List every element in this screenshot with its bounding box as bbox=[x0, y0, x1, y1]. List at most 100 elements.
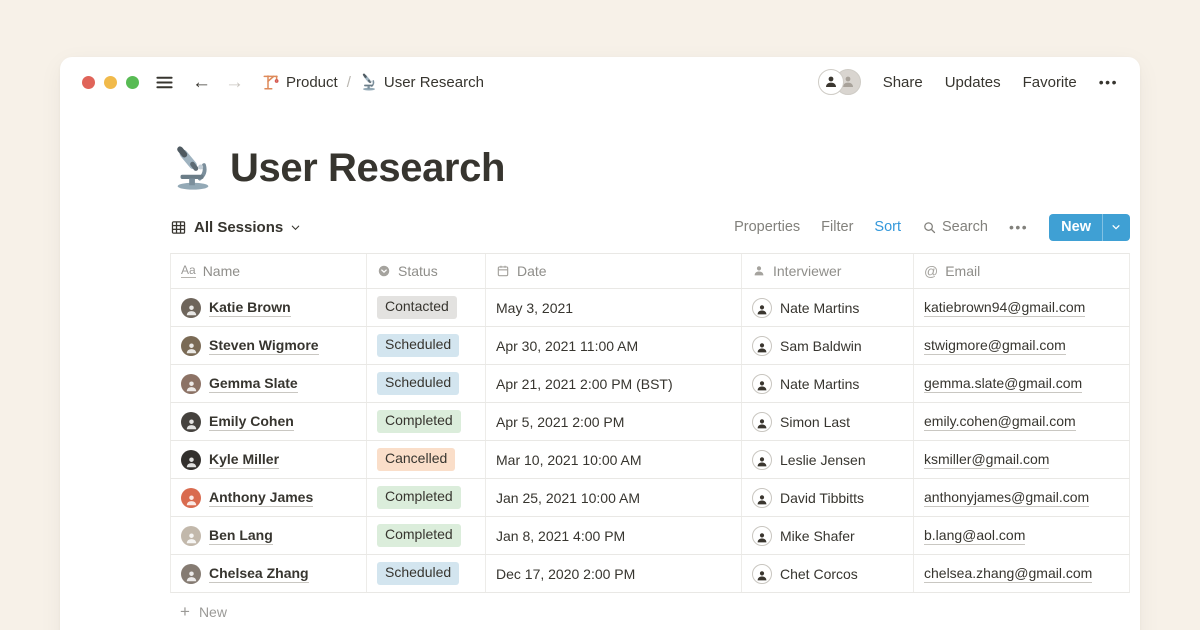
email-cell[interactable]: ksmiller@gmail.com bbox=[914, 441, 1131, 478]
menu-icon[interactable] bbox=[155, 73, 174, 92]
status-badge: Completed bbox=[377, 486, 461, 509]
sort-button[interactable]: Sort bbox=[874, 219, 901, 235]
name-cell[interactable]: Kyle Miller bbox=[171, 441, 367, 478]
status-cell[interactable]: Scheduled bbox=[367, 327, 486, 364]
breadcrumb-label: Product bbox=[286, 74, 338, 91]
email-cell[interactable]: stwigmore@gmail.com bbox=[914, 327, 1131, 364]
at-icon: @ bbox=[924, 263, 938, 279]
email-link[interactable]: b.lang@aol.com bbox=[924, 526, 1025, 546]
date-cell[interactable]: Apr 5, 2021 2:00 PM bbox=[486, 403, 742, 440]
status-cell[interactable]: Scheduled bbox=[367, 555, 486, 592]
person-name-link[interactable]: Anthony James bbox=[209, 488, 313, 508]
properties-button[interactable]: Properties bbox=[734, 219, 800, 235]
name-cell[interactable]: Katie Brown bbox=[171, 289, 367, 326]
email-link[interactable]: chelsea.zhang@gmail.com bbox=[924, 564, 1092, 584]
search-label: Search bbox=[942, 219, 988, 235]
email-cell[interactable]: katiebrown94@gmail.com bbox=[914, 289, 1131, 326]
back-arrow-icon[interactable]: ← bbox=[192, 73, 211, 92]
email-cell[interactable]: emily.cohen@gmail.com bbox=[914, 403, 1131, 440]
close-window-button[interactable] bbox=[82, 76, 95, 89]
filter-button[interactable]: Filter bbox=[821, 219, 853, 235]
updates-button[interactable]: Updates bbox=[945, 74, 1001, 91]
interviewer-cell[interactable]: Nate Martins bbox=[742, 365, 914, 402]
status-cell[interactable]: Completed bbox=[367, 403, 486, 440]
email-link[interactable]: emily.cohen@gmail.com bbox=[924, 412, 1076, 432]
status-cell[interactable]: Scheduled bbox=[367, 365, 486, 402]
email-link[interactable]: katiebrown94@gmail.com bbox=[924, 298, 1085, 318]
column-header-status[interactable]: Status bbox=[367, 254, 486, 288]
date-cell[interactable]: Apr 21, 2021 2:00 PM (BST) bbox=[486, 365, 742, 402]
column-label: Date bbox=[517, 263, 547, 279]
email-cell[interactable]: anthonyjames@gmail.com bbox=[914, 479, 1131, 516]
column-header-date[interactable]: Date bbox=[486, 254, 742, 288]
microscope-icon[interactable] bbox=[170, 145, 216, 191]
column-header-interviewer[interactable]: Interviewer bbox=[742, 254, 914, 288]
avatar bbox=[752, 526, 772, 546]
email-link[interactable]: ksmiller@gmail.com bbox=[924, 450, 1049, 470]
page-header: User Research bbox=[170, 145, 1130, 191]
name-cell[interactable]: Anthony James bbox=[171, 479, 367, 516]
interviewer-cell[interactable]: Chet Corcos bbox=[742, 555, 914, 592]
status-cell[interactable]: Completed bbox=[367, 517, 486, 554]
person-name-link[interactable]: Chelsea Zhang bbox=[209, 564, 309, 584]
email-cell[interactable]: chelsea.zhang@gmail.com bbox=[914, 555, 1131, 592]
share-button[interactable]: Share bbox=[883, 74, 923, 91]
breadcrumb-item-product[interactable]: Product bbox=[262, 73, 338, 91]
view-switcher[interactable]: All Sessions bbox=[170, 219, 301, 236]
interviewer-name: Simon Last bbox=[780, 414, 850, 430]
column-header-name[interactable]: Aa Name bbox=[171, 254, 367, 288]
interviewer-cell[interactable]: Simon Last bbox=[742, 403, 914, 440]
name-cell[interactable]: Chelsea Zhang bbox=[171, 555, 367, 592]
calendar-icon bbox=[496, 264, 510, 278]
breadcrumb-item-user-research[interactable]: User Research bbox=[360, 73, 484, 91]
minimize-window-button[interactable] bbox=[104, 76, 117, 89]
date-cell[interactable]: Jan 25, 2021 10:00 AM bbox=[486, 479, 742, 516]
date-cell[interactable]: Mar 10, 2021 10:00 AM bbox=[486, 441, 742, 478]
status-badge: Contacted bbox=[377, 296, 457, 319]
avatar bbox=[752, 336, 772, 356]
date-cell[interactable]: Jan 8, 2021 4:00 PM bbox=[486, 517, 742, 554]
more-options-icon[interactable]: ••• bbox=[1099, 74, 1118, 90]
person-name-link[interactable]: Gemma Slate bbox=[209, 374, 298, 394]
status-cell[interactable]: Completed bbox=[367, 479, 486, 516]
status-cell[interactable]: Cancelled bbox=[367, 441, 486, 478]
status-cell[interactable]: Contacted bbox=[367, 289, 486, 326]
date-cell[interactable]: Dec 17, 2020 2:00 PM bbox=[486, 555, 742, 592]
zoom-window-button[interactable] bbox=[126, 76, 139, 89]
interviewer-cell[interactable]: Leslie Jensen bbox=[742, 441, 914, 478]
email-link[interactable]: stwigmore@gmail.com bbox=[924, 336, 1066, 356]
forward-arrow-icon[interactable]: → bbox=[225, 73, 244, 92]
breadcrumb: Product / User Research bbox=[262, 73, 484, 91]
new-dropdown-chevron-icon[interactable] bbox=[1103, 217, 1130, 238]
add-row-button[interactable]: + New bbox=[170, 593, 1130, 630]
interviewer-name: Leslie Jensen bbox=[780, 452, 866, 468]
collaborator-avatar[interactable] bbox=[818, 69, 844, 95]
name-cell[interactable]: Emily Cohen bbox=[171, 403, 367, 440]
name-cell[interactable]: Ben Lang bbox=[171, 517, 367, 554]
search-button[interactable]: Search bbox=[922, 219, 988, 235]
new-button[interactable]: New bbox=[1049, 214, 1130, 241]
email-link[interactable]: anthonyjames@gmail.com bbox=[924, 488, 1089, 508]
email-link[interactable]: gemma.slate@gmail.com bbox=[924, 374, 1082, 394]
person-name-link[interactable]: Emily Cohen bbox=[209, 412, 294, 432]
person-name-link[interactable]: Steven Wigmore bbox=[209, 336, 319, 356]
date-cell[interactable]: Apr 30, 2021 11:00 AM bbox=[486, 327, 742, 364]
interviewer-cell[interactable]: Nate Martins bbox=[742, 289, 914, 326]
name-cell[interactable]: Gemma Slate bbox=[171, 365, 367, 402]
person-name-link[interactable]: Kyle Miller bbox=[209, 450, 279, 470]
email-cell[interactable]: b.lang@aol.com bbox=[914, 517, 1131, 554]
view-more-icon[interactable]: ••• bbox=[1009, 219, 1028, 235]
email-cell[interactable]: gemma.slate@gmail.com bbox=[914, 365, 1131, 402]
favorite-button[interactable]: Favorite bbox=[1023, 74, 1077, 91]
person-name-link[interactable]: Ben Lang bbox=[209, 526, 273, 546]
name-cell[interactable]: Steven Wigmore bbox=[171, 327, 367, 364]
database-table: Aa Name Status Date bbox=[170, 253, 1130, 630]
database-toolbar: All Sessions Properties Filter Sort Sear… bbox=[170, 211, 1130, 243]
person-name-link[interactable]: Katie Brown bbox=[209, 298, 291, 318]
date-cell[interactable]: May 3, 2021 bbox=[486, 289, 742, 326]
interviewer-cell[interactable]: Mike Shafer bbox=[742, 517, 914, 554]
interviewer-cell[interactable]: Sam Baldwin bbox=[742, 327, 914, 364]
column-header-email[interactable]: @ Email bbox=[914, 254, 1131, 288]
page-title[interactable]: User Research bbox=[230, 146, 505, 191]
interviewer-cell[interactable]: David Tibbitts bbox=[742, 479, 914, 516]
